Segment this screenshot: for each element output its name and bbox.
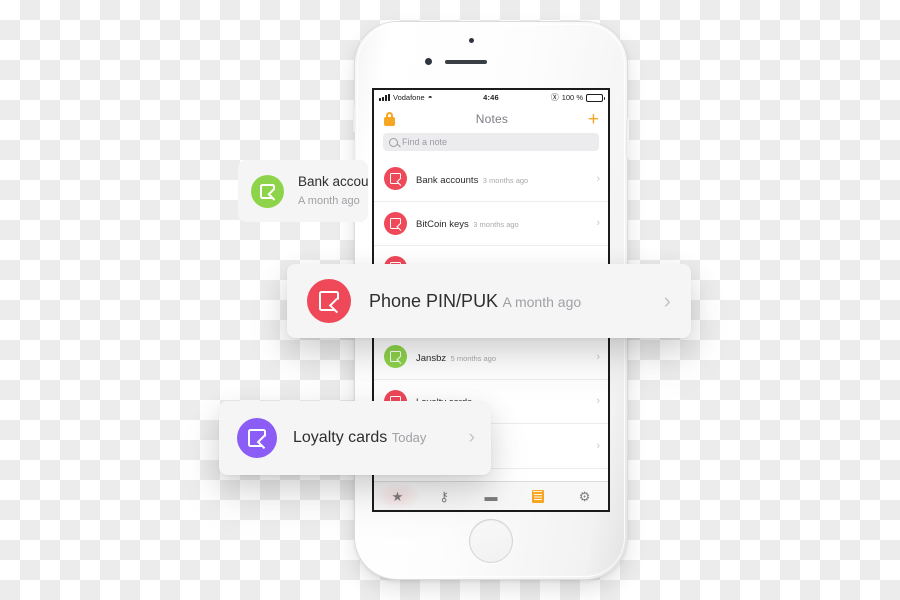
volume-up-button[interactable] — [353, 106, 356, 132]
proximity-sensor — [469, 38, 474, 43]
key-icon: ⚷ — [439, 488, 449, 504]
chevron-right-icon: › — [596, 439, 600, 452]
bluetooth-icon: Ⓧ — [550, 92, 559, 102]
power-button[interactable] — [626, 118, 629, 158]
list-item-text: Jansbz 5 months ago — [416, 348, 592, 366]
floating-card-title: Phone PIN/PUK — [369, 290, 499, 311]
battery-percent-label: 100 % — [561, 93, 583, 102]
chevron-right-icon: › — [596, 217, 600, 230]
list-item[interactable]: Bank accounts 3 months ago › — [374, 157, 608, 202]
search-placeholder: Find a note — [402, 137, 448, 147]
note-icon — [384, 345, 407, 369]
gear-icon: ⚙ — [578, 488, 591, 504]
status-bar-right: Ⓧ 100 % — [499, 92, 605, 102]
note-icon — [384, 211, 407, 235]
tab-cards[interactable]: ▬ — [468, 482, 515, 510]
wifi-icon: ◓ — [427, 92, 433, 102]
chevron-right-icon: › — [468, 427, 475, 448]
floating-card-subtitle: A month ago — [298, 195, 360, 207]
note-icon — [237, 418, 277, 458]
list-item-title: Bank accounts — [416, 174, 479, 186]
note-icon — [384, 167, 407, 191]
note-icon — [251, 174, 284, 208]
list-item-text: BitCoin keys 3 months ago — [416, 214, 592, 232]
star-icon: ★ — [391, 488, 404, 504]
carrier-label: Vodafone — [393, 93, 425, 102]
wallet-card-icon: ▬ — [484, 488, 498, 504]
status-bar-clock: 4:46 — [483, 93, 499, 102]
page-title: Notes — [475, 112, 509, 126]
search-input[interactable]: Find a note — [383, 133, 599, 151]
list-item-subtitle: 3 months ago — [482, 175, 529, 185]
list-item-title: BitCoin keys — [416, 219, 469, 231]
tab-bar: ★ ⚷ ▬ ⚙ — [374, 481, 608, 510]
tab-settings[interactable]: ⚙ — [561, 482, 608, 510]
chevron-right-icon: › — [596, 395, 600, 408]
home-button[interactable] — [469, 519, 513, 563]
tab-notes[interactable] — [514, 482, 561, 510]
floating-card-subtitle: Today — [391, 430, 427, 445]
floating-card-text: Loyalty cards Today — [293, 429, 469, 447]
add-note-button[interactable]: + — [588, 110, 599, 129]
list-item[interactable]: BitCoin keys 3 months ago › — [374, 202, 608, 246]
list-item-title: Jansbz — [416, 352, 447, 364]
status-bar: Vodafone ◓ 4:46 Ⓧ 100 % — [374, 90, 608, 105]
lock-icon[interactable] — [383, 111, 396, 127]
note-icon — [307, 279, 351, 323]
list-item-text: Bank accounts 3 months ago — [416, 170, 592, 188]
floating-card-loyalty-cards[interactable]: Loyalty cards Today › — [219, 401, 491, 475]
app-navigation-bar: Notes + — [374, 105, 608, 133]
status-bar-left: Vodafone ◓ — [379, 93, 483, 102]
tab-favorites[interactable]: ★ — [374, 482, 421, 510]
floating-card-subtitle: A month ago — [502, 293, 582, 310]
floating-card-phone-pin-puk[interactable]: Phone PIN/PUK A month ago › — [287, 264, 691, 338]
cellular-signal-icon — [379, 94, 390, 101]
chevron-right-icon: › — [663, 288, 671, 313]
tab-passwords[interactable]: ⚷ — [421, 482, 468, 510]
search-bar-container: Find a note — [374, 133, 608, 157]
floating-card-text: Phone PIN/PUK A month ago — [369, 291, 664, 312]
search-icon — [389, 137, 398, 147]
front-camera — [425, 58, 432, 65]
list-item-subtitle: 3 months ago — [473, 220, 519, 230]
chevron-right-icon: › — [596, 172, 600, 185]
list-item-subtitle: 5 months ago — [450, 353, 497, 363]
list-item[interactable]: Jansbz 5 months ago › — [374, 335, 608, 380]
earpiece-speaker — [445, 60, 487, 64]
chevron-right-icon: › — [596, 350, 600, 363]
floating-card-title: Loyalty cards — [293, 429, 388, 446]
battery-icon — [586, 93, 605, 102]
notes-icon — [531, 489, 544, 503]
